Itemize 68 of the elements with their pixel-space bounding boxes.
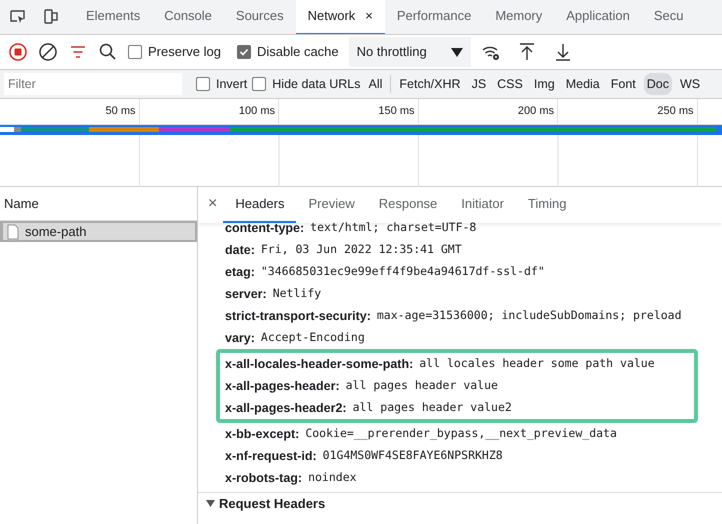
header-value: Accept-Encoding	[260, 329, 365, 346]
checkmark-icon	[238, 47, 249, 57]
panel-tab[interactable]: Elements	[74, 0, 152, 34]
type-filter-button[interactable]: Font	[608, 72, 639, 96]
checkbox-label: Preserve log	[148, 43, 221, 62]
panel-tab[interactable]: Application	[554, 0, 642, 34]
header-value: all locales header some path value	[419, 355, 655, 372]
header-name: x-bb-except:	[225, 426, 300, 443]
panel-tab[interactable]: Network ×	[296, 0, 385, 34]
request-row[interactable]: some-path	[0, 221, 197, 242]
header-value: Cookie=__prerender_bypass,__next_preview_data	[305, 425, 617, 442]
checkbox-label: Invert	[216, 76, 248, 93]
header-value: Fri, 03 Jun 2022 12:35:41 GMT	[260, 241, 462, 258]
checkbox[interactable]	[236, 45, 251, 59]
panel-tab[interactable]: Secu	[642, 0, 696, 34]
tick-label: 50 ms	[106, 105, 136, 117]
column-header: Name	[4, 194, 39, 213]
type-filter-button[interactable]: CSS	[494, 72, 526, 96]
header-value: max-age=31536000; includeSubDomains; preload	[376, 307, 682, 324]
checkbox[interactable]	[252, 77, 266, 91]
header-value: Netlify	[272, 285, 322, 302]
header-name: date:	[225, 242, 255, 259]
header-value: all pages header value2	[352, 399, 512, 416]
detail-tab[interactable]: Timing	[516, 187, 578, 223]
header-name: vary:	[225, 330, 255, 347]
type-filter-button[interactable]: All	[366, 72, 386, 96]
panel-tab[interactable]: Sources	[224, 0, 296, 34]
type-filter-button[interactable]: Media	[562, 72, 603, 96]
tick-label: 250 ms	[657, 105, 694, 117]
panel-tab[interactable]: Memory	[483, 0, 554, 34]
header-name: x-all-pages-header2:	[225, 400, 347, 417]
checkbox-label: Disable cache	[256, 43, 339, 62]
filter-field[interactable]: Filter	[4, 73, 182, 95]
panel-tab[interactable]: Performance	[384, 0, 484, 34]
triangle-icon[interactable]	[206, 500, 215, 507]
header-name: x-all-pages-header:	[225, 378, 340, 395]
search-icon[interactable]	[98, 42, 118, 62]
checkbox-label: Hide data URLs	[272, 76, 361, 93]
caret-icon	[450, 48, 463, 56]
throttling-dropdown[interactable]: No throttling	[348, 37, 471, 67]
tick-label: 150 ms	[378, 105, 414, 117]
panel-tab[interactable]: Console	[152, 0, 224, 34]
close-icon[interactable]: ×	[365, 6, 373, 26]
header-value: all pages header value	[346, 377, 498, 394]
header-value: noindex	[308, 469, 357, 486]
tick-label: 200 ms	[518, 105, 554, 117]
checkbox[interactable]	[196, 77, 210, 91]
section-title[interactable]: Request Headers	[219, 494, 326, 514]
header-name: x-robots-tag:	[225, 470, 302, 487]
clear-icon[interactable]	[38, 42, 58, 62]
type-filter-button[interactable]: Fetch/XHR	[396, 72, 464, 96]
type-filter-button[interactable]: Img	[530, 72, 558, 96]
checkbox[interactable]	[128, 45, 142, 59]
type-filter-button[interactable]: JS	[468, 72, 490, 96]
detail-tab[interactable]: Headers	[223, 187, 296, 223]
document-icon	[7, 224, 19, 240]
header-value: 01G4MS0WF4SE8FAYE6NPSRKHZ8	[322, 447, 503, 464]
record-icon[interactable]	[8, 42, 28, 62]
type-filter-button[interactable]: Doc	[644, 72, 672, 96]
header-name: strict-transport-security:	[225, 308, 371, 325]
header-name: server:	[225, 286, 267, 303]
tick-label: 100 ms	[238, 105, 275, 117]
header-name: x-all-locales-header-some-path:	[225, 356, 414, 373]
type-filter-button[interactable]: WS	[677, 72, 704, 96]
header-name: etag:	[225, 264, 255, 281]
close-button[interactable]: ×	[198, 188, 224, 222]
header-name: x-nf-request-id:	[225, 448, 317, 465]
header-value: "346685031ec9e99eff4f9be4a94617df-ssl-df"	[260, 263, 545, 280]
